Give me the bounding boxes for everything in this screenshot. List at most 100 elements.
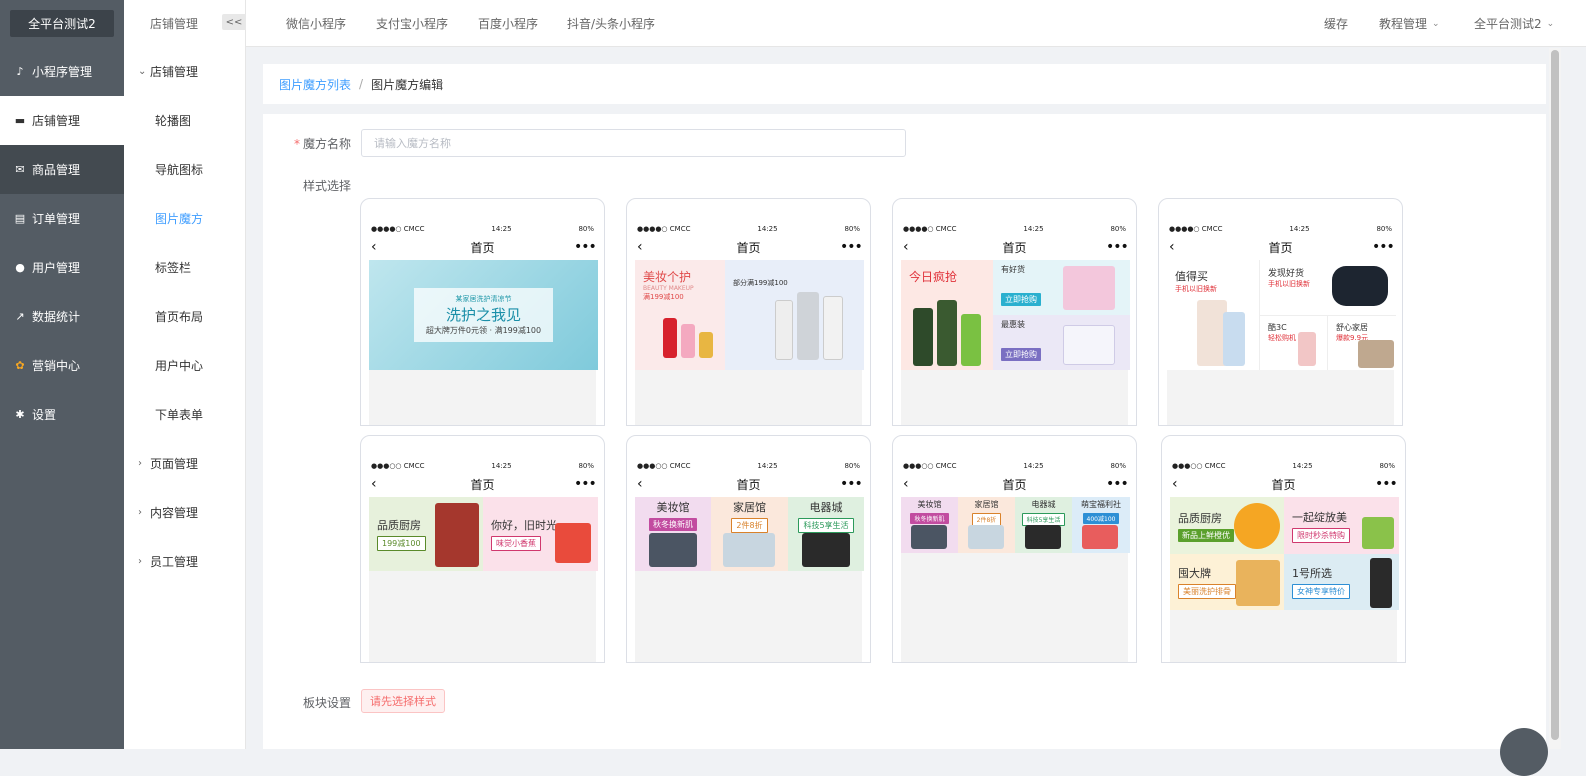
sidebar-item-user[interactable]: ● 用户管理 bbox=[0, 243, 124, 292]
tab-douyin[interactable]: 抖音/头条小程序 bbox=[567, 0, 655, 47]
cell-title: 酷3C bbox=[1268, 323, 1287, 332]
submenu-item-label: 图片魔方 bbox=[155, 212, 204, 226]
product-image bbox=[435, 503, 479, 567]
phone-nav: ‹ 首页 ••• bbox=[637, 476, 863, 492]
submenu-item-home-layout[interactable]: 首页布局 bbox=[124, 292, 245, 341]
product-image bbox=[797, 292, 819, 360]
status-bar: ●●●●○ CMCC 14:25 80% bbox=[637, 225, 860, 235]
product-image bbox=[663, 318, 677, 358]
cell-sub: 手机以旧换新 bbox=[1175, 285, 1217, 293]
sidebar-item-settings[interactable]: ✱ 设置 bbox=[0, 390, 124, 439]
scrollbar[interactable] bbox=[1549, 48, 1561, 749]
submenu-group-content[interactable]: › 内容管理 bbox=[124, 488, 245, 537]
cell-4: 萌宝福利社 400减100 bbox=[1072, 497, 1130, 553]
cell-1: 美妆馆 秋冬换新肌 bbox=[635, 497, 711, 571]
template-card-3[interactable]: ●●●●○ CMCC 14:25 80% ‹ 首页 ••• 今日疯抢 有好货 立即抢购 … bbox=[892, 198, 1137, 426]
back-icon: ‹ bbox=[903, 239, 909, 255]
carrier: ●●●○○ CMCC bbox=[637, 462, 691, 470]
template-card-4[interactable]: ●●●●○ CMCC 14:25 80% ‹ 首页 ••• 值得买 手机以旧换新 发现好… bbox=[1158, 198, 1403, 426]
submenu-group-page[interactable]: › 页面管理 bbox=[124, 439, 245, 488]
product-image bbox=[681, 324, 695, 358]
more-icon: ••• bbox=[839, 239, 863, 255]
gear-icon: ✱ bbox=[15, 408, 25, 421]
submenu-item-carousel[interactable]: 轮播图 bbox=[124, 96, 245, 145]
cell-3: 电器城 科技5享生活 bbox=[788, 497, 864, 571]
tutorial-menu[interactable]: 教程管理 ⌄ bbox=[1379, 0, 1440, 47]
cell-title: 今日疯抢 bbox=[909, 270, 958, 284]
product-image bbox=[913, 308, 933, 366]
back-icon: ‹ bbox=[371, 476, 377, 492]
cell-tag: 美丽洗护排骨 bbox=[1178, 584, 1236, 599]
carrier: ●●●○○ CMCC bbox=[371, 462, 425, 470]
submenu-item-label: 下单表单 bbox=[155, 408, 204, 422]
submenu-item-order-form[interactable]: 下单表单 bbox=[124, 390, 245, 439]
submenu-group-shop[interactable]: ⌄ 店铺管理 bbox=[124, 47, 245, 96]
sidebar-item-mini-program[interactable]: ♪ 小程序管理 bbox=[0, 47, 124, 96]
tab-wechat[interactable]: 微信小程序 bbox=[286, 0, 346, 47]
sidebar-item-label: 商品管理 bbox=[32, 163, 81, 177]
phone-title: 首页 bbox=[1002, 240, 1027, 255]
template-card-5[interactable]: ●●●○○ CMCC 14:25 80% ‹ 首页 ••• 品质厨房 199减100 你… bbox=[360, 435, 605, 663]
sidebar-item-goods[interactable]: ✉ 商品管理 bbox=[0, 145, 124, 194]
phone-title: 首页 bbox=[470, 477, 495, 492]
phone-body: 值得买 手机以旧换新 发现好货 手机以旧换新 酷3C 轻松购机 舒心家居 爆款9… bbox=[1167, 260, 1396, 425]
account-menu[interactable]: 全平台测试2 ⌄ bbox=[1474, 0, 1554, 47]
submenu-item-image-cube[interactable]: 图片魔方 bbox=[124, 194, 245, 243]
submenu-group-label: 内容管理 bbox=[150, 506, 199, 520]
cell-right: 部分满199减100 bbox=[725, 260, 864, 370]
more-icon: ••• bbox=[1105, 476, 1129, 492]
cache-link[interactable]: 缓存 bbox=[1324, 0, 1348, 47]
template-card-2[interactable]: ●●●●○ CMCC 14:25 80% ‹ 首页 ••• 美妆个护 BEAUTY MA… bbox=[626, 198, 871, 426]
template-card-6[interactable]: ●●●○○ CMCC 14:25 80% ‹ 首页 ••• 美妆馆 秋冬换新肌 家居馆 … bbox=[626, 435, 871, 663]
cell-tag: 400减100 bbox=[1082, 513, 1120, 524]
banner-headline: 洗护之我见 bbox=[445, 306, 521, 324]
template-card-7[interactable]: ●●●○○ CMCC 14:25 80% ‹ 首页 ••• 美妆馆 秋冬换新肌 家居馆 … bbox=[892, 435, 1137, 663]
back-icon: ‹ bbox=[903, 476, 909, 492]
template-card-1[interactable]: ●●●●○ CMCC 14:25 80% ‹ 首页 ••• 某家居洗护清凉节 洗护之我见… bbox=[360, 198, 605, 426]
back-icon: ‹ bbox=[637, 476, 643, 492]
sidebar-item-marketing[interactable]: ✿ 营销中心 bbox=[0, 341, 124, 390]
sidebar-item-stats[interactable]: ↗ 数据统计 bbox=[0, 292, 124, 341]
product-image bbox=[1063, 325, 1115, 365]
battery: 80% bbox=[1110, 225, 1126, 233]
template-card-8[interactable]: ●●●○○ CMCC 14:25 80% ‹ 首页 ••• 品质厨房 新品上鲜橙优 一起… bbox=[1161, 435, 1406, 663]
phone-title: 首页 bbox=[736, 240, 761, 255]
chevron-down-icon: ⌄ bbox=[1546, 18, 1555, 29]
product-image bbox=[961, 314, 981, 366]
cell-deal: 部分满199减100 bbox=[733, 279, 788, 287]
product-image bbox=[1362, 517, 1394, 549]
status-bar: ●●●●○ CMCC 14:25 80% bbox=[1169, 225, 1392, 235]
phone-nav: ‹ 首页 ••• bbox=[1169, 239, 1395, 255]
submenu-item-tabbar[interactable]: 标签栏 bbox=[124, 243, 245, 292]
scrollbar-thumb[interactable] bbox=[1551, 50, 1559, 740]
battery: 80% bbox=[1376, 225, 1392, 233]
chevron-down-icon: ⌄ bbox=[1432, 18, 1440, 29]
collapse-button[interactable]: << bbox=[222, 14, 246, 30]
select-style-first-button[interactable]: 请先选择样式 bbox=[361, 689, 445, 713]
cube-name-input[interactable] bbox=[361, 129, 906, 157]
submenu-item-user-center[interactable]: 用户中心 bbox=[124, 341, 245, 390]
cell-2: 家居馆 2件8折 bbox=[958, 497, 1015, 553]
sidebar-item-label: 小程序管理 bbox=[32, 65, 93, 79]
phone-body: 今日疯抢 有好货 立即抢购 最惠装 立即抢购 bbox=[901, 260, 1130, 425]
time: 14:25 bbox=[1289, 225, 1310, 233]
cell-title: 萌宝福利社 bbox=[1081, 500, 1121, 509]
sidebar-item-order[interactable]: ▤ 订单管理 bbox=[0, 194, 124, 243]
sidebar-item-shop[interactable]: ▬ 店铺管理 bbox=[0, 96, 124, 145]
tab-baidu[interactable]: 百度小程序 bbox=[478, 0, 538, 47]
sidebar-item-label: 营销中心 bbox=[32, 359, 81, 373]
product-image bbox=[1358, 340, 1394, 368]
time: 14:25 bbox=[491, 225, 512, 233]
battery: 80% bbox=[1110, 462, 1126, 470]
submenu-group-staff[interactable]: › 员工管理 bbox=[124, 537, 245, 586]
cell-deal: 满199减100 bbox=[643, 293, 684, 301]
breadcrumb-list-link[interactable]: 图片魔方列表 bbox=[279, 76, 351, 93]
tutorial-label: 教程管理 bbox=[1379, 17, 1428, 31]
product-image bbox=[823, 296, 843, 360]
cell-1: 品质厨房 新品上鲜橙优 bbox=[1170, 497, 1284, 554]
tab-alipay[interactable]: 支付宝小程序 bbox=[376, 0, 448, 47]
phone-title: 首页 bbox=[1268, 240, 1293, 255]
phone-body: 美妆个护 BEAUTY MAKEUP 满199减100 部分满199减100 bbox=[635, 260, 864, 425]
floating-help-button[interactable] bbox=[1500, 728, 1548, 776]
submenu-item-nav-icons[interactable]: 导航图标 bbox=[124, 145, 245, 194]
